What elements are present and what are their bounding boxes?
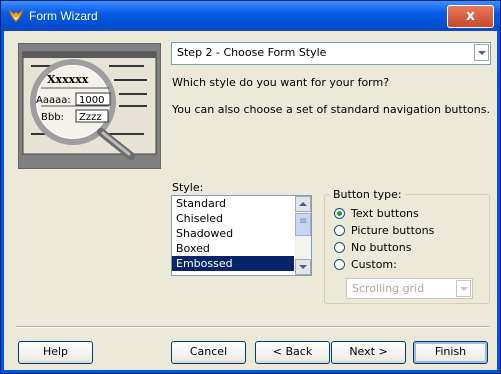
- prompt-line-2: You can also choose a set of standard na…: [172, 103, 490, 116]
- form-wizard-window: Form Wizard x Xxxxxx Aaaaa: 1000 Bbb: Zz…: [0, 0, 501, 374]
- magnifier-illustration: Xxxxxx Aaaaa: 1000 Bbb: Zzzz: [22, 51, 157, 160]
- illustration-title: Xxxxxx: [47, 73, 89, 86]
- next-button[interactable]: Next >: [331, 341, 406, 364]
- list-item[interactable]: Chiseled: [172, 211, 294, 226]
- back-button[interactable]: < Back: [255, 341, 330, 364]
- illustration-field2-label: Bbb:: [41, 112, 64, 123]
- radio-icon[interactable]: [334, 259, 345, 270]
- fox-icon: [8, 9, 24, 23]
- back-label: < Back: [272, 345, 313, 358]
- radio-icon[interactable]: [334, 242, 345, 253]
- next-label: Next >: [349, 345, 388, 358]
- radio-label: Picture buttons: [351, 224, 435, 237]
- prompt-line-1: Which style do you want for your form?: [172, 76, 390, 89]
- radio-label: No buttons: [351, 241, 412, 254]
- list-item-selected[interactable]: Embossed: [172, 256, 294, 271]
- finish-button[interactable]: Finish: [413, 341, 488, 364]
- help-button[interactable]: Help: [18, 341, 93, 364]
- finish-label: Finish: [434, 345, 467, 358]
- cancel-button[interactable]: Cancel: [171, 341, 246, 364]
- form-style-illustration: Xxxxxx Aaaaa: 1000 Bbb: Zzzz: [18, 43, 161, 169]
- radio-checked-icon[interactable]: [334, 208, 345, 219]
- chevron-down-icon[interactable]: [474, 44, 489, 61]
- illustration-field2-value: Zzzz: [79, 112, 102, 123]
- style-label: Style:: [172, 181, 204, 194]
- step-select[interactable]: Step 2 - Choose Form Style: [171, 42, 491, 65]
- step-select-value: Step 2 - Choose Form Style: [177, 46, 327, 59]
- custom-buttons-select: Scrolling grid: [346, 278, 473, 299]
- title-bar[interactable]: Form Wizard x: [1, 1, 500, 31]
- chevron-down-icon: [456, 280, 471, 297]
- scroll-up-icon[interactable]: [295, 196, 311, 212]
- cancel-label: Cancel: [189, 345, 228, 358]
- wizard-client-area: Xxxxxx Aaaaa: 1000 Bbb: Zzzz Step 2 - Ch…: [4, 31, 497, 370]
- list-item[interactable]: Boxed: [172, 241, 294, 256]
- help-label: Help: [42, 345, 69, 358]
- close-button[interactable]: x: [447, 5, 494, 28]
- scroll-down-icon[interactable]: [295, 259, 311, 275]
- radio-label: Custom:: [351, 258, 397, 271]
- divider: [16, 326, 489, 328]
- style-listbox[interactable]: Standard Chiseled Shadowed Boxed Embosse…: [171, 195, 312, 276]
- radio-icon[interactable]: [334, 225, 345, 236]
- style-list-scrollbar[interactable]: [295, 196, 311, 275]
- radio-label: Text buttons: [351, 207, 419, 220]
- button-type-label: Button type:: [330, 188, 405, 201]
- illustration-field1-label: Aaaaa:: [36, 95, 71, 106]
- custom-select-value: Scrolling grid: [352, 282, 425, 295]
- illustration-field1-value: 1000: [79, 95, 104, 106]
- window-title: Form Wizard: [29, 9, 98, 23]
- list-item[interactable]: Shadowed: [172, 226, 294, 241]
- scroll-thumb[interactable]: [295, 213, 311, 236]
- list-item[interactable]: Standard: [172, 196, 294, 211]
